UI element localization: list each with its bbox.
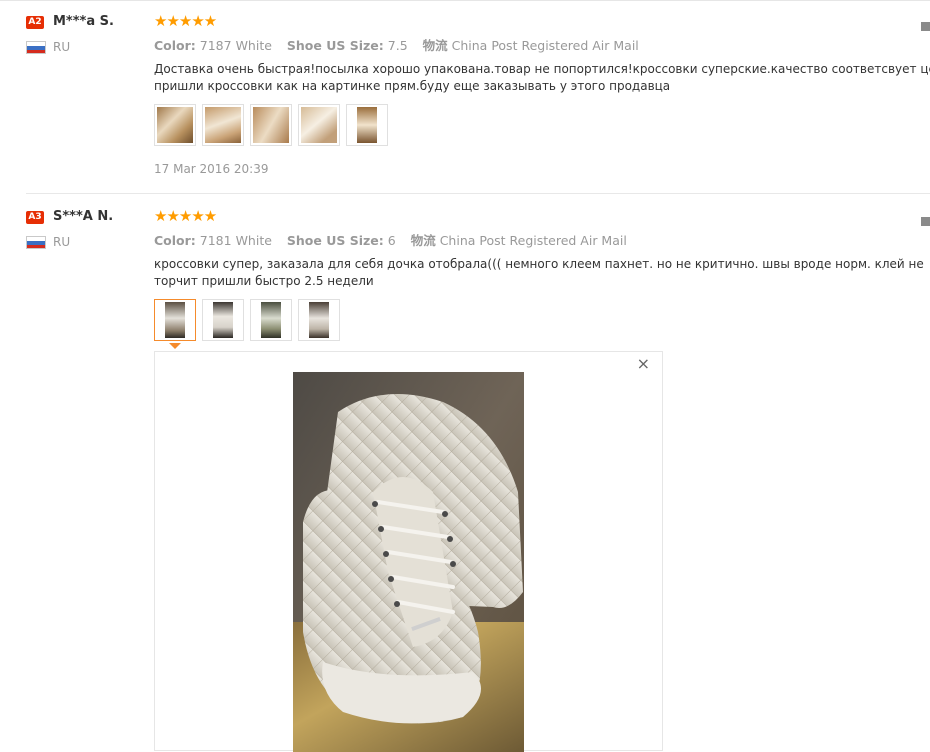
review-photo-thumb[interactable] (298, 299, 340, 341)
star-rating: ★★★★★ (154, 207, 217, 225)
buyer-name: M***a S. (53, 14, 114, 29)
review-date: 17 Mar 2016 20:39 (154, 162, 269, 176)
review-item: A2 M***a S. RU ★★★★★ Color: 7187 White S… (0, 0, 930, 195)
review-text-line: пришли кроссовки как на картинке прям.бу… (154, 79, 671, 93)
russia-flag-icon (26, 236, 46, 249)
buyer-level-badge: A2 (26, 16, 44, 29)
color-value: 7187 White (199, 38, 272, 53)
review-photo-thumb-selected[interactable] (154, 299, 196, 341)
color-label: Color: (154, 38, 196, 53)
size-label: Shoe US Size: (286, 233, 384, 248)
color-label: Color: (154, 233, 196, 248)
report-icon[interactable] (921, 22, 930, 31)
buyer-country: RU (53, 40, 71, 54)
size-label: Shoe US Size: (286, 38, 384, 53)
review-divider (26, 193, 930, 194)
russia-flag-icon (26, 41, 46, 54)
size-value: 7.5 (387, 38, 408, 53)
preview-photo (293, 372, 524, 752)
report-icon[interactable] (921, 217, 930, 226)
shipping-label: 物流 (410, 233, 436, 248)
review-text-line: торчит пришли быстро 2.5 недели (154, 274, 374, 288)
close-icon[interactable]: × (637, 354, 650, 374)
review-photo-thumb[interactable] (154, 104, 196, 146)
photo-preview-panel: × (154, 351, 663, 752)
review-text: Доставка очень быстрая!посылка хорошо уп… (154, 61, 930, 95)
shipping-value: China Post Registered Air Mail (451, 38, 639, 53)
selected-thumb-caret-icon (169, 343, 181, 349)
review-text: кроссовки супер, заказала для себя дочка… (154, 256, 930, 290)
review-text-line: Доставка очень быстрая!посылка хорошо уп… (154, 62, 930, 76)
buyer-country: RU (53, 235, 71, 249)
shipping-value: China Post Registered Air Mail (439, 233, 627, 248)
color-value: 7181 White (199, 233, 272, 248)
review-photo-thumb[interactable] (202, 299, 244, 341)
sneaker-photo (293, 372, 524, 752)
buyer-level-badge: A3 (26, 211, 44, 224)
star-rating: ★★★★★ (154, 12, 217, 30)
order-info: Color: 7187 White Shoe US Size: 7.5 物流 C… (154, 35, 639, 54)
review-text-line: кроссовки супер, заказала для себя дочка… (154, 257, 924, 271)
order-info: Color: 7181 White Shoe US Size: 6 物流 Chi… (154, 230, 627, 249)
shipping-label: 物流 (422, 38, 448, 53)
review-photo-thumb[interactable] (250, 104, 292, 146)
review-photo-thumb[interactable] (202, 104, 244, 146)
review-photo-thumb[interactable] (298, 104, 340, 146)
review-photo-thumb[interactable] (250, 299, 292, 341)
buyer-name: S***A N. (53, 209, 114, 224)
review-photo-thumb[interactable] (346, 104, 388, 146)
size-value: 6 (387, 233, 396, 248)
